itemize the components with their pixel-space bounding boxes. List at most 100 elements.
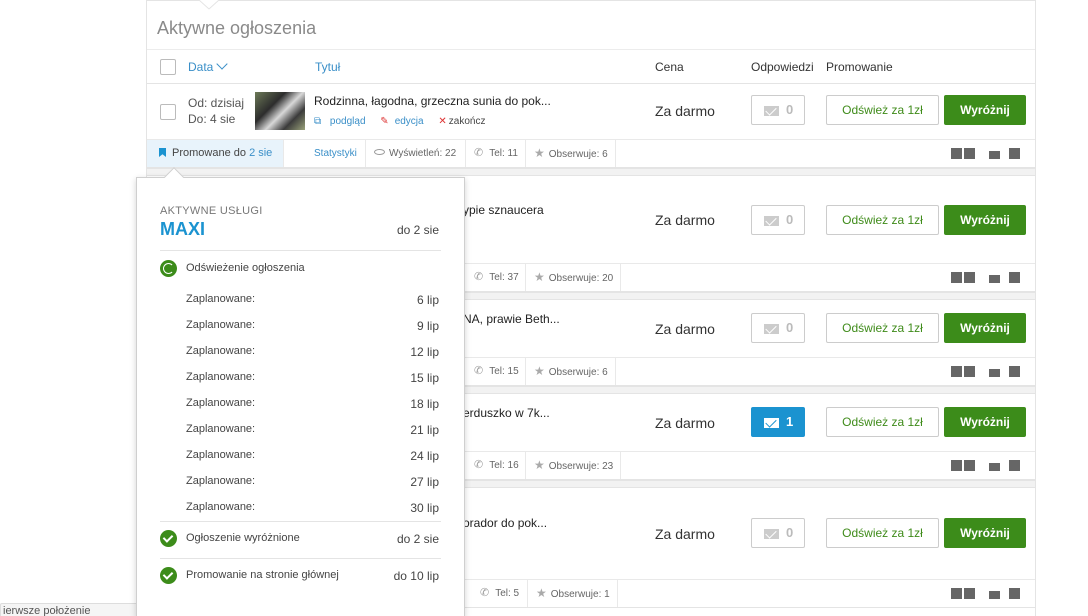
column-price: Cena [655,60,684,74]
share-icons [951,588,1025,600]
listing-title[interactable]: Rodzinna, łagodna, grzeczna sunia do pok… [314,94,551,108]
sort-by-date[interactable]: Data [188,58,229,74]
listing-title[interactable]: orador do pok... [463,516,547,530]
print-icon[interactable] [989,591,1000,599]
preview-link[interactable]: ⧉ podgląd [314,116,372,127]
facebook-icon[interactable] [951,460,962,471]
listing-dates: Od: dzisiaj Do: 4 sie [188,95,244,127]
replies-button[interactable]: 1 [751,407,805,437]
pencil-icon: ✎ [380,116,389,127]
refresh-button[interactable]: Odśwież za 1zł [826,313,939,343]
schedule-date: 15 lip [410,371,439,385]
listing-title[interactable]: ypie sznaucera [463,203,544,217]
end-label: zakończ [448,116,486,127]
twitter-icon[interactable] [964,460,975,471]
share-icons [951,148,1025,160]
envelope-icon [764,418,779,428]
panel-title: Aktywne ogłoszenia [157,18,317,38]
print-icon[interactable] [989,369,1000,377]
refresh-button[interactable]: Odśwież za 1zł [826,95,939,125]
twitter-icon[interactable] [964,588,975,599]
edit-label: edycja [394,116,424,127]
select-all-checkbox[interactable] [160,59,176,75]
print-icon[interactable] [989,151,1000,159]
listing-price: Za darmo [655,321,715,337]
replies-button[interactable]: 0 [751,313,805,343]
listing-date-to: Do: 4 sie [188,112,236,126]
listing-title[interactable]: erduszko w 7k... [463,406,550,420]
column-date-label: Data [188,60,214,74]
check-circle-icon [160,567,177,584]
homepage-service-label: Promowanie na stronie głównej [186,569,339,581]
twitter-icon[interactable] [964,148,975,159]
replies-button[interactable]: 0 [751,518,805,548]
replies-button[interactable]: 0 [751,95,805,125]
delete-icon[interactable] [1009,272,1020,283]
feature-button[interactable]: Wyróżnij [944,407,1026,437]
twitter-icon[interactable] [964,366,975,377]
watchers-text: Obserwuje: 6 [548,149,608,160]
feature-button[interactable]: Wyróżnij [944,205,1026,235]
facebook-icon[interactable] [951,272,962,283]
edit-link[interactable]: ✎ edycja [380,116,429,127]
check-circle-icon [160,530,177,547]
facebook-icon[interactable] [951,148,962,159]
phone-icon: ✆ [474,271,484,283]
schedule-date: 12 lip [410,345,439,359]
phone-stat: ✆ Tel: 11 [466,140,526,167]
star-icon: ★ [534,458,545,472]
column-promotion: Promowanie [826,60,893,74]
phone-icon: ✆ [474,459,484,471]
refresh-service-label: Odświeżenie ogłoszenia [186,262,305,274]
watchers-stat: ★ Obserwuje: 23 [526,452,621,479]
feature-button[interactable]: Wyróżnij [944,95,1026,125]
refresh-button[interactable]: Odśwież za 1zł [826,518,939,548]
end-link[interactable]: ✕ zakończ [438,116,491,127]
column-replies: Odpowiedzi [751,60,814,74]
schedule-date: 21 lip [410,423,439,437]
listing-price: Za darmo [655,212,715,228]
refresh-button[interactable]: Odśwież za 1zł [826,407,939,437]
schedule-date: 24 lip [410,449,439,463]
facebook-icon[interactable] [951,588,962,599]
twitter-icon[interactable] [964,272,975,283]
phone-text: Tel: 16 [489,460,519,471]
listing-actions: ⧉ podgląd ✎ edycja ✕ zakończ [314,116,497,127]
column-title[interactable]: Tytuł [315,60,340,74]
preview-label: podgląd [329,116,366,127]
refresh-icon [160,260,177,277]
envelope-icon [764,324,779,334]
facebook-icon[interactable] [951,366,962,377]
eye-icon [374,149,385,155]
promoted-until-toggle[interactable]: Promowane do 2 sie [147,140,284,167]
watchers-text: Obserwuje: 6 [548,367,608,378]
listing-price: Za darmo [655,103,715,119]
star-icon: ★ [534,270,545,284]
replies-button[interactable]: 0 [751,205,805,235]
preview-icon: ⧉ [314,116,324,127]
header-notch-icon [199,0,219,10]
listing-title[interactable]: NA, prawie Beth... [463,312,560,326]
share-icons [951,272,1025,284]
delete-icon[interactable] [1009,366,1020,377]
schedule-date: 9 lip [416,319,439,333]
phone-stat: ✆ Tel: 37 [466,264,526,291]
refresh-button[interactable]: Odśwież za 1zł [826,205,939,235]
listing-row: Od: dzisiaj Do: 4 sie Rodzinna, łagodna,… [147,84,1035,168]
feature-button[interactable]: Wyróżnij [944,313,1026,343]
delete-icon[interactable] [1009,148,1020,159]
print-icon[interactable] [989,275,1000,283]
chevron-down-icon [216,58,229,70]
listing-checkbox[interactable] [160,104,176,120]
statistics-link[interactable]: Statystyki [306,140,366,167]
delete-icon[interactable] [1009,588,1020,599]
delete-icon[interactable] [1009,460,1020,471]
package-until: do 2 sie [396,223,439,237]
popover-subtitle: AKTYWNE USŁUGI [160,205,263,217]
schedule-date: 27 lip [410,475,439,489]
schedule-label: Zaplanowane: [186,293,256,305]
listing-thumbnail[interactable] [255,92,305,130]
feature-button[interactable]: Wyróżnij [944,518,1026,548]
phone-stat: ✆ Tel: 15 [466,358,526,385]
print-icon[interactable] [989,463,1000,471]
